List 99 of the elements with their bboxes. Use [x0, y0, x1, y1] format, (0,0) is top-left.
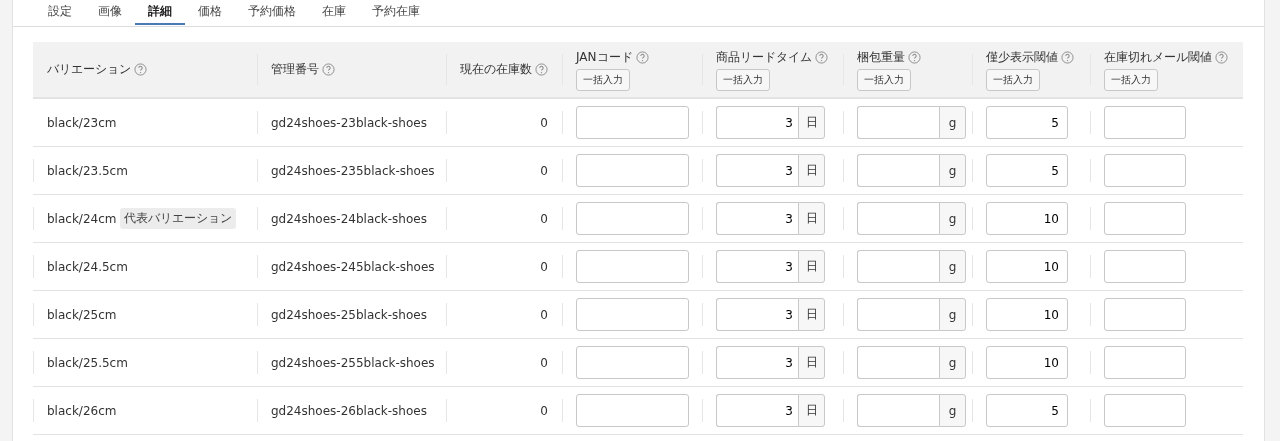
jan-code-field[interactable] [576, 298, 689, 331]
variation-name: black/23cm [47, 115, 117, 130]
weight-field[interactable] [857, 250, 939, 283]
bulk-input-button[interactable]: 一括入力 [716, 68, 770, 91]
help-icon[interactable] [908, 50, 921, 64]
management-number: gd24shoes-25black-shoes [271, 307, 427, 322]
management-number: gd24shoes-26black-shoes [271, 403, 427, 418]
column-title: 在庫切れメール閾値 [1104, 48, 1212, 66]
unit-label: 日 [798, 154, 825, 187]
threshold-field[interactable]: 10 [986, 298, 1068, 331]
tab[interactable]: 予約価格 [235, 0, 309, 25]
lead-time-field[interactable]: 3 [716, 250, 798, 283]
help-icon[interactable] [134, 63, 147, 76]
stock-count: 0 [540, 355, 548, 370]
weight-field[interactable] [857, 346, 939, 379]
mail-threshold-field[interactable] [1104, 202, 1186, 235]
unit-label: g [939, 154, 966, 187]
help-icon[interactable] [535, 63, 548, 76]
variation-name: black/23.5cm [47, 163, 128, 178]
help-icon[interactable] [1215, 50, 1228, 64]
column-title: 管理番号 [271, 61, 319, 78]
weight-field[interactable] [857, 394, 939, 427]
column-title: JANコード [576, 48, 633, 66]
bulk-input-button[interactable]: 一括入力 [576, 68, 630, 91]
weight-field[interactable] [857, 154, 939, 187]
unit-label: 日 [798, 202, 825, 235]
threshold-field[interactable]: 10 [986, 202, 1068, 235]
weight-field[interactable] [857, 106, 939, 139]
threshold-field[interactable]: 10 [986, 346, 1068, 379]
tab[interactable]: 設定 [35, 0, 85, 25]
stock-count: 0 [540, 163, 548, 178]
tab[interactable]: 価格 [185, 0, 235, 25]
unit-label: 日 [798, 346, 825, 379]
unit-label: g [939, 250, 966, 283]
variation-name: black/25cm [47, 307, 117, 322]
unit-label: g [939, 394, 966, 427]
variation-name: black/26cm [47, 403, 117, 418]
help-icon[interactable] [815, 50, 828, 64]
mail-threshold-field[interactable] [1104, 250, 1186, 283]
column-title: 現在の在庫数 [460, 61, 532, 78]
threshold-field[interactable]: 10 [986, 250, 1068, 283]
lead-time-field[interactable]: 3 [716, 154, 798, 187]
bulk-input-button[interactable]: 一括入力 [986, 68, 1040, 91]
management-number: gd24shoes-235black-shoes [271, 163, 435, 178]
mail-threshold-field[interactable] [1104, 154, 1186, 187]
tab[interactable]: 在庫 [309, 0, 359, 25]
column-title: 僅少表示閾値 [986, 48, 1058, 66]
mail-threshold-field[interactable] [1104, 346, 1186, 379]
jan-code-field[interactable] [576, 394, 689, 427]
jan-code-field[interactable] [576, 250, 689, 283]
management-number: gd24shoes-245black-shoes [271, 259, 435, 274]
representative-badge: 代表バリエーション [120, 208, 237, 229]
variation-name: black/24.5cm [47, 259, 128, 274]
threshold-field[interactable]: 5 [986, 106, 1068, 139]
stock-count: 0 [540, 115, 548, 130]
management-number: gd24shoes-23black-shoes [271, 115, 427, 130]
tab[interactable]: 画像 [85, 0, 135, 25]
threshold-field[interactable]: 5 [986, 394, 1068, 427]
unit-label: 日 [798, 250, 825, 283]
jan-code-field[interactable] [576, 346, 689, 379]
jan-code-field[interactable] [576, 202, 689, 235]
unit-label: 日 [798, 298, 825, 331]
lead-time-field[interactable]: 3 [716, 298, 798, 331]
stock-count: 0 [540, 259, 548, 274]
stock-count: 0 [540, 403, 548, 418]
lead-time-field[interactable]: 3 [716, 202, 798, 235]
lead-time-field[interactable]: 3 [716, 106, 798, 139]
management-number: gd24shoes-255black-shoes [271, 355, 435, 370]
help-icon[interactable] [322, 63, 335, 76]
stock-count: 0 [540, 211, 548, 226]
column-title: 商品リードタイム [716, 48, 812, 66]
unit-label: 日 [798, 106, 825, 139]
tab[interactable]: 詳細 [135, 0, 185, 25]
mail-threshold-field[interactable] [1104, 298, 1186, 331]
unit-label: g [939, 298, 966, 331]
jan-code-field[interactable] [576, 106, 689, 139]
column-title: 梱包重量 [857, 48, 905, 66]
unit-label: 日 [798, 394, 825, 427]
lead-time-field[interactable]: 3 [716, 394, 798, 427]
column-title: バリエーション [47, 61, 131, 78]
jan-code-field[interactable] [576, 154, 689, 187]
weight-field[interactable] [857, 298, 939, 331]
help-icon[interactable] [1061, 50, 1074, 64]
bulk-input-button[interactable]: 一括入力 [1104, 68, 1158, 91]
management-number: gd24shoes-24black-shoes [271, 211, 427, 226]
unit-label: g [939, 202, 966, 235]
mail-threshold-field[interactable] [1104, 106, 1186, 139]
help-icon[interactable] [635, 50, 649, 64]
stock-count: 0 [540, 307, 548, 322]
unit-label: g [939, 346, 966, 379]
mail-threshold-field[interactable] [1104, 394, 1186, 427]
variation-name: black/24cm [47, 211, 117, 226]
weight-field[interactable] [857, 202, 939, 235]
unit-label: g [939, 106, 966, 139]
variation-name: black/25.5cm [47, 355, 128, 370]
bulk-input-button[interactable]: 一括入力 [857, 68, 911, 91]
tab[interactable]: 予約在庫 [359, 0, 433, 25]
lead-time-field[interactable]: 3 [716, 346, 798, 379]
threshold-field[interactable]: 5 [986, 154, 1068, 187]
